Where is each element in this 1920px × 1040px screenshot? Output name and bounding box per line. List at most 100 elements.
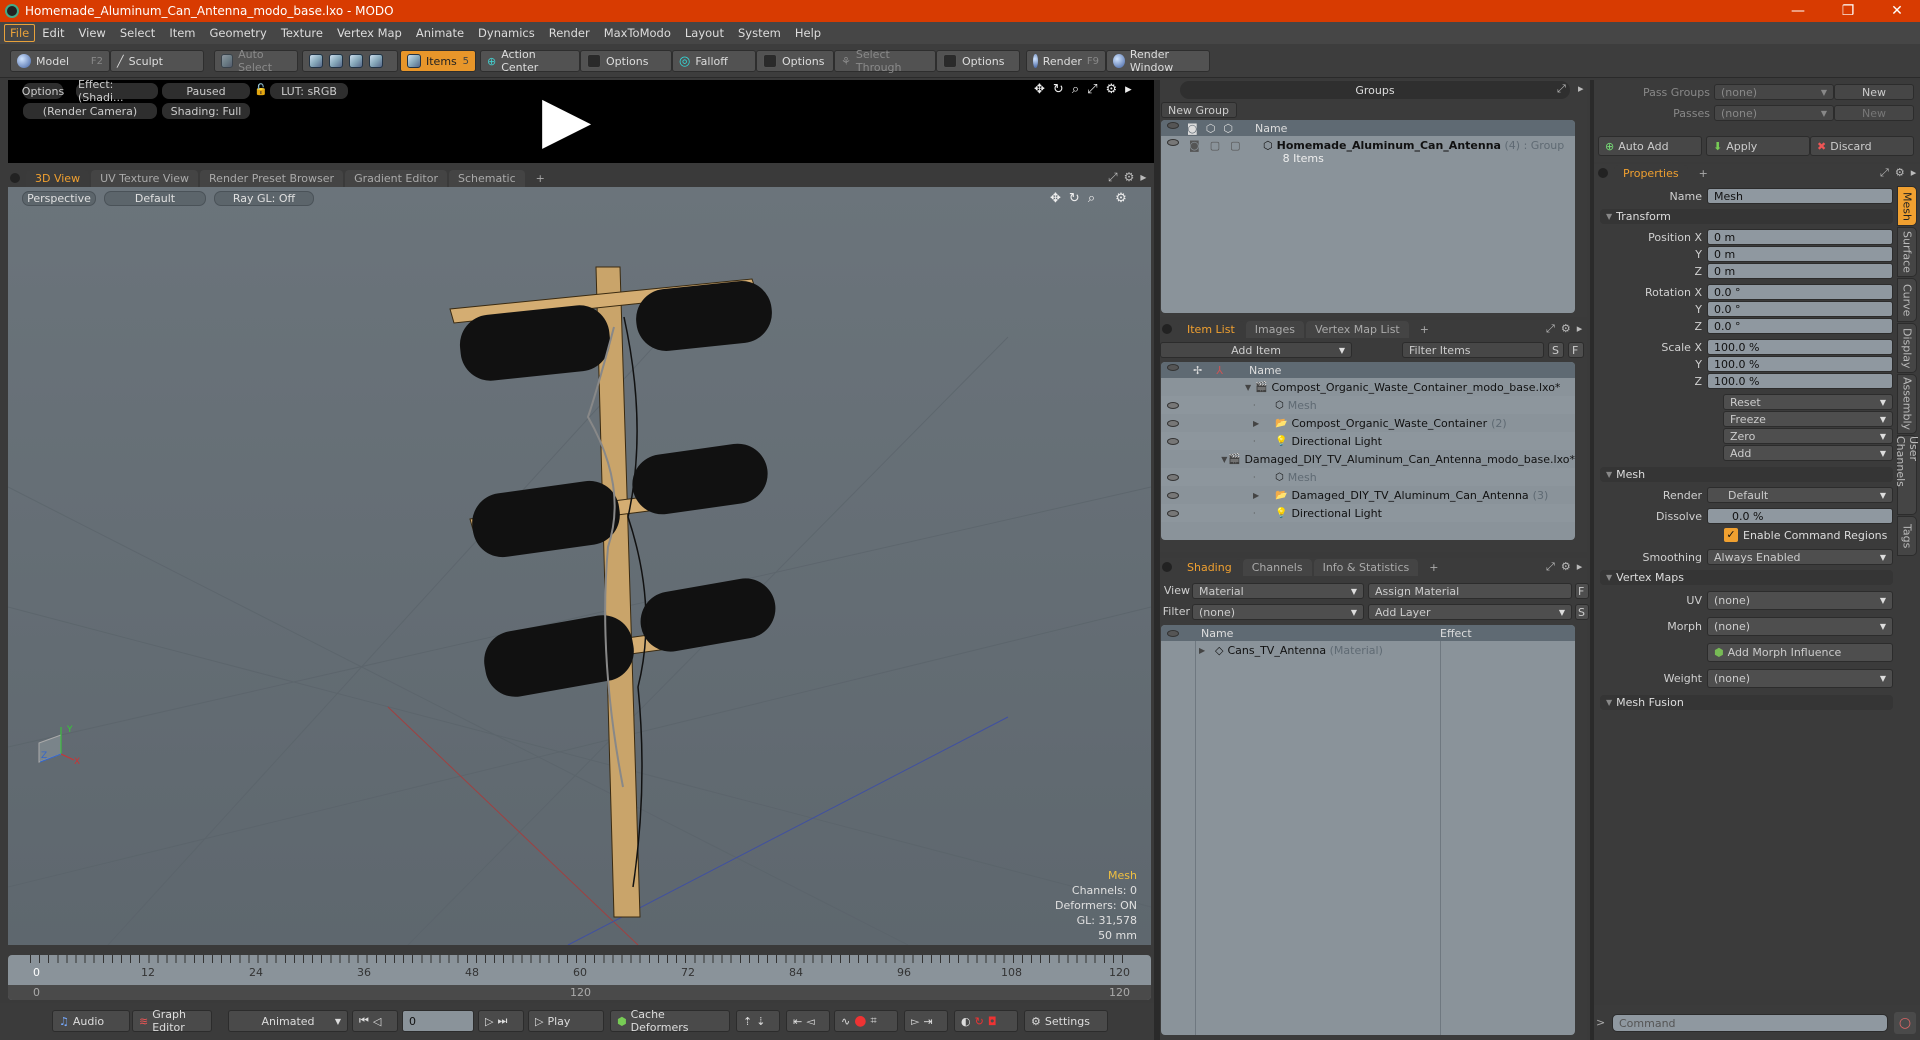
viewport-style-dropdown[interactable]: Default [104, 191, 206, 206]
expand-arrow-icon[interactable]: ▸ [1577, 322, 1583, 336]
add-tab-button[interactable]: + [527, 170, 554, 187]
tab-uv-texture-view[interactable]: UV Texture View [91, 170, 199, 187]
item-list-row[interactable]: · ⬡ Mesh [1161, 468, 1575, 486]
3d-viewport[interactable]: Perspective Default Ray GL: Off ✥ ↻ ⌕ ⚙ Y X… [8, 187, 1151, 945]
falloff-options-button[interactable]: Options [756, 50, 834, 72]
lock-toggle-icon[interactable]: ▢ [1210, 139, 1220, 152]
visibility-toggle-icon[interactable] [1167, 139, 1179, 146]
render-dropdown[interactable]: Default ▼ [1707, 487, 1893, 503]
add-item-dropdown[interactable]: Add Item ▼ [1160, 342, 1352, 358]
menu-maxtomodo[interactable]: MaxToModo [597, 24, 678, 42]
tab-info-statistics[interactable]: Info & Statistics [1313, 559, 1419, 576]
select-through-button[interactable]: ⚘ Select Through [834, 48, 936, 74]
restore-button[interactable]: ❐ [1825, 0, 1871, 22]
item-name-input[interactable]: Mesh [1707, 188, 1893, 204]
morph-dropdown[interactable]: (none) ▼ [1707, 617, 1893, 636]
gear-icon[interactable]: ⚙ [1895, 166, 1905, 180]
expand-arrow-icon[interactable]: ▸ [1578, 82, 1584, 95]
key-down-icon[interactable]: ⇣ [756, 1015, 765, 1028]
play-icon[interactable]: ▶ [542, 80, 591, 160]
zoom-icon[interactable]: ⌕ [1088, 191, 1095, 206]
uv-dropdown[interactable]: (none) ▼ [1707, 591, 1893, 610]
menu-vertex-map[interactable]: Vertex Map [330, 24, 409, 42]
lock-icon[interactable]: 🔓 [254, 83, 268, 96]
select-toggle-icon[interactable]: ▢ [1230, 139, 1240, 152]
gear-icon[interactable]: ⚙ [1561, 560, 1571, 574]
preview-effect-dropdown[interactable]: Effect: (Shadi... [76, 78, 158, 104]
position-x-field[interactable]: 0 m [1707, 229, 1893, 245]
edges-mode-icon[interactable] [329, 54, 343, 68]
visibility-toggle[interactable] [1161, 435, 1241, 448]
falloff-button[interactable]: ◎ Falloff [672, 50, 756, 72]
render-button[interactable]: Render F9 [1026, 50, 1106, 72]
rotation-y-field[interactable]: 0.0 ° [1707, 301, 1893, 317]
ray-gl-toggle[interactable]: Ray GL: Off [214, 191, 314, 206]
key-tool-c-icon[interactable]: ◘ [988, 1015, 997, 1028]
tab-properties[interactable]: Properties [1614, 165, 1688, 182]
view-dropdown[interactable]: Material ▼ [1192, 583, 1364, 599]
side-tab-tags[interactable]: Tags [1897, 516, 1917, 556]
side-tab-user-channels[interactable]: User Channels [1894, 435, 1920, 515]
timeline[interactable]: 0 12 24 36 48 60 72 84 96 108 120 0 120 … [8, 955, 1151, 1000]
close-button[interactable]: ✕ [1874, 0, 1920, 22]
key-tool-b-icon[interactable]: ↻ [975, 1015, 984, 1028]
shading-s-button[interactable]: S [1575, 604, 1589, 620]
prev-key-small-icon[interactable]: ◅ [806, 1015, 814, 1028]
new-pass-group-button[interactable]: New [1834, 84, 1914, 100]
expand-arrow-icon[interactable]: ▶ [1241, 419, 1275, 428]
step-back-icon[interactable]: ◁ [373, 1015, 381, 1028]
select-through-options-button[interactable]: Options [936, 50, 1020, 72]
freeze-dropdown[interactable]: Freeze ▼ [1723, 411, 1893, 427]
visibility-toggle[interactable] [1161, 471, 1241, 484]
menu-select[interactable]: Select [113, 24, 162, 42]
filter-s-button[interactable]: S [1548, 342, 1564, 358]
current-frame-field[interactable]: 0 [402, 1010, 474, 1032]
gear-icon[interactable]: ⚙ [1115, 191, 1127, 206]
side-tab-assembly[interactable]: Assembly [1897, 374, 1917, 434]
menu-animate[interactable]: Animate [409, 24, 471, 42]
smoothing-dropdown[interactable]: Always Enabled ▼ [1707, 549, 1893, 565]
add-tab-button[interactable]: + [1690, 165, 1717, 182]
preview-paused-button[interactable]: Paused [162, 83, 250, 99]
preview-options-button[interactable]: Options [22, 83, 64, 99]
key-tool-a-icon[interactable]: ◐ [961, 1015, 971, 1028]
pass-groups-dropdown[interactable]: (none) ▼ [1714, 84, 1834, 100]
new-pass-button[interactable]: New [1834, 105, 1914, 121]
vertices-mode-icon[interactable] [309, 54, 323, 68]
item-list-row[interactable]: ▶ 📂 Damaged_DIY_TV_Aluminum_Can_Antenna (3) [1161, 486, 1575, 504]
item-list-row[interactable]: ▶ 📂 Compost_Organic_Waste_Container (2) [1161, 414, 1575, 432]
visibility-toggle[interactable] [1161, 417, 1241, 430]
tab-schematic[interactable]: Schematic [449, 170, 525, 187]
tab-item-list[interactable]: Item List [1178, 321, 1244, 338]
rotate-icon[interactable]: ↻ [1069, 191, 1080, 206]
minimize-button[interactable]: — [1775, 0, 1821, 22]
expand-arrow-icon[interactable]: ▼ [1241, 383, 1255, 392]
add-morph-influence-button[interactable]: ⬢ Add Morph Influence [1707, 643, 1893, 662]
command-input[interactable]: Command [1612, 1014, 1888, 1032]
vertex-maps-section[interactable]: ▼ Vertex Maps [1600, 570, 1893, 585]
pan-icon[interactable]: ✥ [1050, 191, 1061, 206]
next-key-icon[interactable]: ⇥ [923, 1015, 932, 1028]
auto-select-button[interactable]: Auto Select [214, 48, 298, 74]
camera-dropdown[interactable]: (Render Camera) [23, 103, 157, 119]
tab-channels[interactable]: Channels [1242, 559, 1312, 576]
auto-key-icon[interactable]: ∿ [841, 1015, 850, 1028]
tab-shading[interactable]: Shading [1178, 559, 1241, 576]
reset-dropdown[interactable]: Reset ▼ [1723, 394, 1893, 410]
model-mode-button[interactable]: Model F2 [10, 50, 110, 72]
expand-arrow-icon[interactable]: ▸ [1125, 82, 1132, 97]
rotate-icon[interactable]: ↻ [1053, 82, 1064, 97]
add-tab-button[interactable]: + [1411, 321, 1438, 338]
apply-button[interactable]: ⬇ Apply [1706, 136, 1810, 156]
command-history-button[interactable]: ○ [1894, 1012, 1916, 1034]
tab-images[interactable]: Images [1245, 321, 1304, 338]
go-to-end-icon[interactable]: ⏭ [497, 1014, 507, 1028]
pan-icon[interactable]: ✥ [1034, 82, 1045, 97]
menu-render[interactable]: Render [542, 24, 597, 42]
menu-geometry[interactable]: Geometry [203, 24, 274, 42]
scale-x-field[interactable]: 100.0 % [1707, 339, 1893, 355]
side-tab-surface[interactable]: Surface [1897, 227, 1917, 277]
settings-button[interactable]: ⚙ Settings [1024, 1010, 1108, 1032]
maximize-icon[interactable]: ⤢ [1546, 560, 1555, 574]
item-list-row[interactable]: · 💡 Directional Light [1161, 504, 1575, 522]
